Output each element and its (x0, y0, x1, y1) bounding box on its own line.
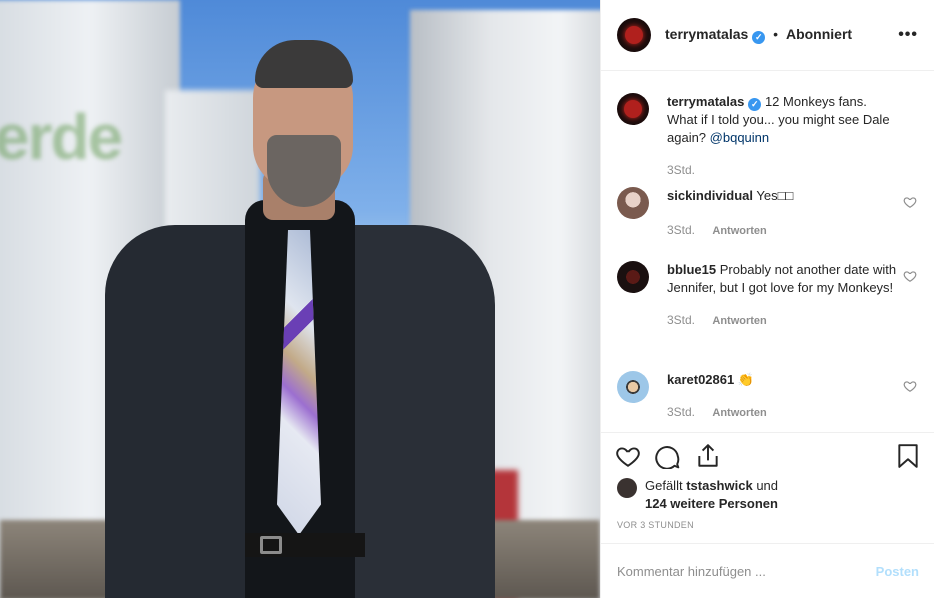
reply-button[interactable]: Antworten (712, 407, 766, 419)
comment-body: karet02861 👏 3Std. Antworten (667, 371, 897, 422)
likes-text: Gefällt tstashwick und 124 weitere Perso… (645, 477, 778, 513)
post-actions: Gefällt tstashwick und 124 weitere Perso… (601, 432, 934, 530)
header-separator: • (773, 26, 779, 42)
comments-list[interactable]: terrymatalas ✓ 12 Monkeys fans. What if I… (601, 71, 934, 432)
share-icon[interactable] (695, 443, 721, 469)
comment-meta: 3Std. Antworten (667, 311, 897, 330)
comment-item: bblue15 Probably not another date with J… (617, 261, 917, 330)
likes-conj: und (756, 478, 779, 493)
comment-item: sickindividual Yes□□ 3Std. Antworten (617, 187, 917, 240)
caption-mention-link[interactable]: @bqquinn (710, 130, 769, 145)
comment-input[interactable] (617, 563, 876, 579)
more-options-icon[interactable]: ••• (898, 26, 918, 44)
comment-meta: 3Std. Antworten (667, 221, 897, 240)
post-comment-button[interactable]: Posten (876, 564, 919, 579)
like-comment-heart-icon[interactable] (903, 195, 917, 209)
comment-time[interactable]: 3Std. (667, 223, 695, 237)
caption-author-avatar[interactable] (617, 93, 649, 125)
comment-body: bblue15 Probably not another date with J… (667, 261, 897, 330)
comment-meta: 3Std. Antworten (667, 403, 897, 422)
post-timestamp[interactable]: VOR 3 STUNDEN (601, 520, 934, 530)
bookmark-icon[interactable] (895, 443, 921, 469)
action-bar (601, 433, 934, 479)
caption-meta: 3Std. (667, 161, 897, 179)
comment-username[interactable]: karet02861 (667, 372, 734, 387)
heart-icon[interactable] (615, 443, 641, 469)
avatar-image (625, 26, 643, 44)
commenter-avatar[interactable] (617, 261, 649, 293)
comment-text: Yes□□ (756, 188, 794, 203)
post-side-panel: terrymatalas ✓ • Abonniert ••• terrymatal… (600, 0, 934, 598)
header-text: terrymatalas ✓ • Abonniert (665, 26, 852, 44)
beard (267, 135, 341, 207)
likes-others-link[interactable]: 124 weitere Personen (645, 496, 778, 511)
author-avatar[interactable] (617, 18, 651, 52)
caption-username[interactable]: terrymatalas (667, 94, 744, 109)
belt-buckle (260, 536, 282, 554)
comment-username[interactable]: sickindividual (667, 188, 753, 203)
verified-badge-icon: ✓ (752, 31, 766, 44)
post-header: terrymatalas ✓ • Abonniert ••• (601, 0, 934, 71)
post-photo[interactable]: erde (0, 0, 600, 598)
reply-button[interactable]: Antworten (712, 315, 766, 327)
caption: terrymatalas ✓ 12 Monkeys fans. What if I… (617, 93, 917, 179)
hair (255, 40, 353, 88)
comment-username[interactable]: bblue15 (667, 262, 716, 277)
commenter-avatar[interactable] (617, 371, 649, 403)
add-comment-bar: Posten (601, 543, 934, 598)
reply-button[interactable]: Antworten (712, 225, 766, 237)
comment-body: sickindividual Yes□□ 3Std. Antworten (667, 187, 897, 240)
likes-prefix: Gefällt (645, 478, 683, 493)
comment-item: karet02861 👏 3Std. Antworten (617, 371, 917, 422)
verified-badge-icon: ✓ (748, 97, 762, 111)
comment-time[interactable]: 3Std. (667, 313, 695, 327)
liker-username[interactable]: tstashwick (686, 478, 752, 493)
follow-status-button[interactable]: Abonniert (786, 26, 852, 42)
likes-summary: Gefällt tstashwick und 124 weitere Perso… (601, 477, 934, 513)
man-in-suit (95, 35, 505, 598)
liker-avatar[interactable] (617, 478, 637, 498)
comment-text: 👏 (737, 372, 755, 387)
caption-body: terrymatalas ✓ 12 Monkeys fans. What if I… (667, 93, 897, 179)
like-comment-heart-icon[interactable] (903, 379, 917, 393)
comment-icon[interactable] (655, 443, 681, 469)
like-comment-heart-icon[interactable] (903, 269, 917, 283)
commenter-avatar[interactable] (617, 187, 649, 219)
caption-time[interactable]: 3Std. (667, 163, 695, 177)
comment-time[interactable]: 3Std. (667, 405, 695, 419)
avatar-image (624, 100, 642, 118)
author-username[interactable]: terrymatalas (665, 26, 748, 42)
